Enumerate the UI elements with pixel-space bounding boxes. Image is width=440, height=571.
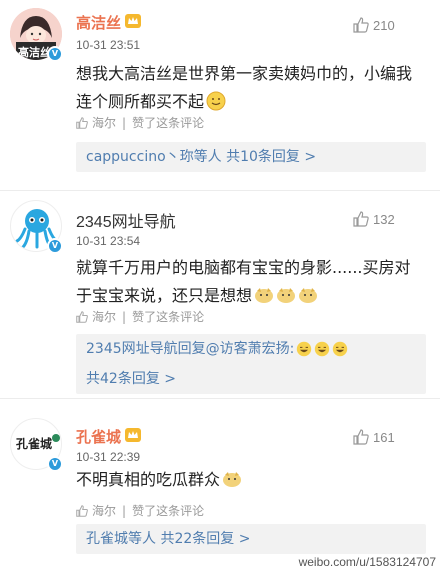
separator: | xyxy=(122,309,127,324)
reply-box[interactable]: 2345网址导航回复@访客萧宏扬: 共42条回复 > xyxy=(76,334,426,394)
liked-by-row: 海尔 | 赞了这条评论 xyxy=(76,308,204,325)
reply-summary-line[interactable]: cappuccino丶珎等人 共10条回复 > xyxy=(86,142,416,172)
doge-emoji-icon xyxy=(299,288,318,303)
thumbs-up-small-icon xyxy=(76,504,88,517)
comment-text-content: 想我大高洁丝是世界第一家卖姨妈巾的，小编我连个厕所都买不起 xyxy=(76,64,413,111)
thumbs-up-icon xyxy=(353,211,369,227)
liked-action: 赞了这条评论 xyxy=(132,116,205,130)
liked-by-user[interactable]: 海尔 xyxy=(92,502,116,519)
thumbs-up-small-icon xyxy=(76,116,88,129)
liked-by-user[interactable]: 海尔 xyxy=(92,308,116,325)
timestamp: 10-31 22:39 xyxy=(76,450,141,464)
crown-badge-icon xyxy=(125,428,141,442)
crown-badge-icon xyxy=(125,14,141,28)
liked-by-row: 海尔 | 赞了这条评论 xyxy=(76,114,204,131)
comment-text: 就算千万用户的电脑都有宝宝的身影......买房对于宝宝来说，还只是想想 xyxy=(76,254,426,310)
timestamp: 10-31 23:54 xyxy=(76,234,141,248)
verified-badge-icon: V xyxy=(47,46,63,62)
reply-count[interactable]: 共42条回复 > xyxy=(86,371,176,387)
reply-summary[interactable]: 孔雀城等人 xyxy=(86,531,156,547)
reply-author[interactable]: 2345网址导航回复 xyxy=(86,341,206,357)
smile-emoji-icon xyxy=(206,91,226,111)
liked-action: 赞了这条评论 xyxy=(132,310,205,324)
laugh-emoji-icon xyxy=(297,341,312,357)
reply-summary-line[interactable]: 孔雀城等人 共22条回复 > xyxy=(86,524,416,554)
avatar-label: 高洁丝 xyxy=(18,46,51,59)
separator: | xyxy=(122,115,127,130)
separator: | xyxy=(122,503,127,518)
reply-box[interactable]: 孔雀城等人 共22条回复 > xyxy=(76,524,426,554)
reply-count-line[interactable]: 共42条回复 > xyxy=(86,364,416,394)
liked-by-user[interactable]: 海尔 xyxy=(92,114,116,131)
comment-text: 不明真相的吃瓜群众 xyxy=(76,466,426,494)
thumbs-up-icon xyxy=(353,17,369,33)
comment-3: 孔雀城 V 孔雀城 10-31 22:39 161 不明真相的吃瓜群众 海尔 |… xyxy=(0,398,440,571)
comment-text-content: 不明真相的吃瓜群众 xyxy=(76,470,221,489)
thumbs-up-small-icon xyxy=(76,310,88,323)
thumbs-up-icon xyxy=(353,429,369,445)
reply-preview-line[interactable]: 2345网址导航回复@访客萧宏扬: xyxy=(86,334,416,364)
timestamp: 10-31 23:51 xyxy=(76,38,141,52)
verified-badge-icon: V xyxy=(47,456,63,472)
reply-count[interactable]: 共10条回复 > xyxy=(226,149,316,165)
username[interactable]: 高洁丝 xyxy=(76,12,121,33)
username[interactable]: 2345网址导航 xyxy=(76,208,176,232)
like-button[interactable]: 132 xyxy=(353,208,395,230)
username[interactable]: 孔雀城 xyxy=(76,426,121,447)
comment-2: V 2345网址导航 10-31 23:54 132 就算千万用户的电脑都有宝宝… xyxy=(0,190,440,398)
peacock-feather-icon xyxy=(52,434,60,442)
verified-badge-icon: V xyxy=(47,238,63,254)
like-count: 132 xyxy=(373,211,395,227)
comment-1: 高洁丝 V 高洁丝 10-31 23:51 210 想我大高洁丝是世界第一家卖姨… xyxy=(0,0,440,190)
like-count: 210 xyxy=(373,17,395,33)
like-button[interactable]: 161 xyxy=(353,426,395,448)
laugh-emoji-icon xyxy=(315,341,330,357)
reply-box[interactable]: cappuccino丶珎等人 共10条回复 > xyxy=(76,142,426,172)
reply-summary[interactable]: cappuccino丶珎等人 xyxy=(86,149,222,165)
doge-emoji-icon xyxy=(223,472,242,487)
reply-target[interactable]: @访客萧宏扬: xyxy=(206,341,295,357)
doge-emoji-icon xyxy=(255,288,274,303)
reply-count[interactable]: 共22条回复 > xyxy=(160,531,250,547)
comment-text-content: 就算千万用户的电脑都有宝宝的身影......买房对于宝宝来说，还只是想想 xyxy=(76,258,411,305)
avatar-label: 孔雀城 xyxy=(16,437,53,451)
laugh-emoji-icon xyxy=(333,341,348,357)
comment-text: 想我大高洁丝是世界第一家卖姨妈巾的，小编我连个厕所都买不起 xyxy=(76,60,426,116)
watermark: weibo.com/u/1583124707 xyxy=(298,555,436,569)
liked-action: 赞了这条评论 xyxy=(132,504,205,518)
liked-by-row: 海尔 | 赞了这条评论 xyxy=(76,502,204,519)
doge-emoji-icon xyxy=(277,288,296,303)
like-count: 161 xyxy=(373,429,395,445)
like-button[interactable]: 210 xyxy=(353,14,395,36)
